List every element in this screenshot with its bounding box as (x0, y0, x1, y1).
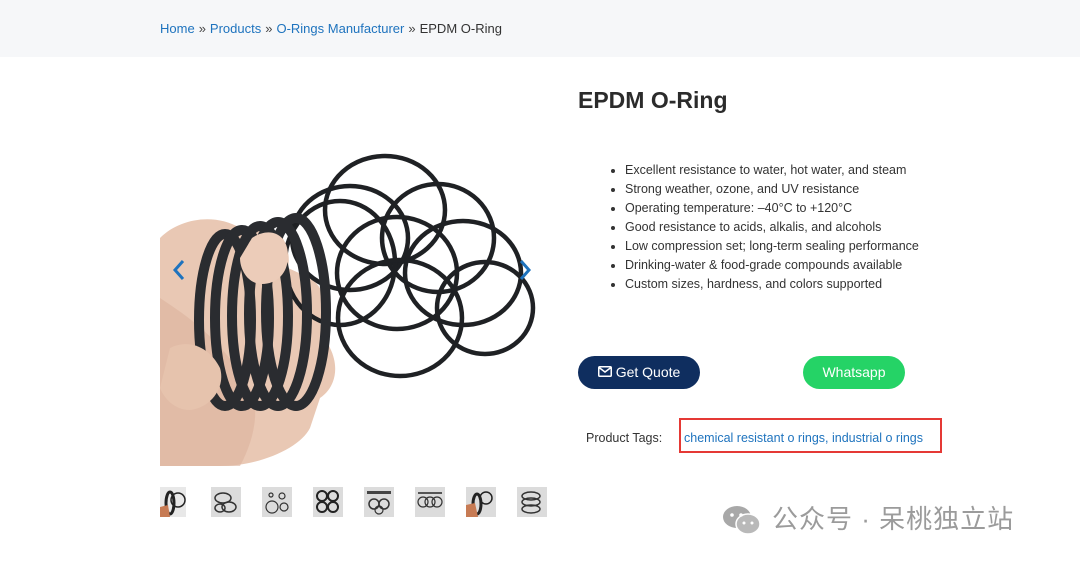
product-tags-links: chemical resistant o rings, industrial o… (684, 431, 923, 445)
get-quote-label: Get Quote (615, 364, 681, 380)
thumbnail[interactable] (517, 487, 547, 517)
chevron-right-icon (519, 260, 532, 280)
watermark-text: 公众号 · 呆桃独立站 (772, 504, 1015, 534)
thumbnail[interactable] (313, 487, 343, 517)
feature-item: Operating temperature: –40°C to +120°C (625, 199, 1025, 218)
gallery-prev-button[interactable] (172, 256, 186, 284)
tag-link-industrial[interactable]: industrial o rings (832, 431, 923, 445)
thumbnail[interactable] (262, 487, 292, 517)
thumbnail[interactable] (415, 487, 445, 517)
thumbnail[interactable] (160, 487, 186, 517)
chevron-left-icon (172, 260, 185, 280)
breadcrumb-bar: Home» Products» O-Rings Manufacturer» EPDM … (0, 0, 1080, 57)
breadcrumb-separator: » (198, 21, 206, 36)
feature-item: Drinking-water & food-grade compounds av… (625, 256, 1025, 275)
feature-item: Good resistance to acids, alkalis, and a… (625, 218, 1025, 237)
breadcrumb-current: EPDM O-Ring (419, 21, 502, 36)
whatsapp-button[interactable]: Whatsapp (803, 356, 905, 389)
thumbnail[interactable] (364, 487, 394, 517)
get-quote-button[interactable]: Get Quote (578, 356, 700, 389)
breadcrumb-o-rings-link[interactable]: O-Rings Manufacturer (276, 21, 404, 36)
thumbnail-strip (160, 487, 550, 519)
thumbnail[interactable] (211, 487, 241, 517)
feature-item: Strong weather, ozone, and UV resistance (625, 180, 1025, 199)
breadcrumb: Home» Products» O-Rings Manufacturer» EPDM … (160, 21, 502, 36)
breadcrumb-separator: » (408, 21, 416, 36)
feature-list: Excellent resistance to water, hot water… (607, 161, 1025, 294)
wechat-icon (723, 506, 761, 535)
feature-item: Custom sizes, hardness, and colors suppo… (625, 275, 1025, 294)
product-main-image[interactable] (160, 88, 546, 466)
breadcrumb-products-link[interactable]: Products (210, 21, 261, 36)
gallery-next-button[interactable] (518, 256, 532, 284)
breadcrumb-home-link[interactable]: Home (160, 21, 195, 36)
feature-item: Excellent resistance to water, hot water… (625, 161, 1025, 180)
o-rings-photo (160, 153, 536, 466)
thumbnail[interactable] (466, 487, 496, 517)
product-title: EPDM O-Ring (578, 87, 728, 113)
breadcrumb-separator: » (265, 21, 273, 36)
product-tags-label: Product Tags: (586, 431, 663, 445)
feature-item: Low compression set; long-term sealing p… (625, 237, 1025, 256)
envelope-icon (597, 366, 612, 378)
whatsapp-label: Whatsapp (822, 364, 886, 380)
tag-separator: , (825, 431, 832, 445)
tag-link-chemical-resistant[interactable]: chemical resistant o rings (684, 431, 825, 445)
